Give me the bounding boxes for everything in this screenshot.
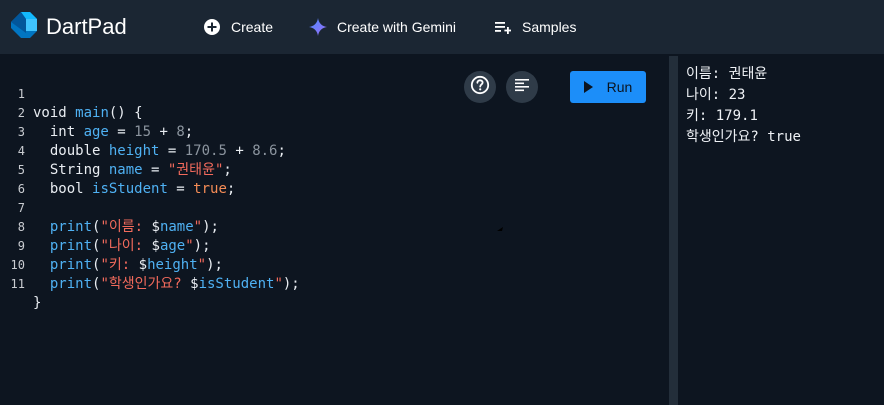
code-token: " — [274, 276, 283, 292]
samples-button-label: Samples — [522, 19, 577, 35]
dart-logo-icon — [8, 9, 40, 46]
playlist-add-icon — [494, 18, 512, 36]
console-line: 이름: 권태윤 — [686, 66, 768, 82]
mouse-cursor — [497, 218, 503, 231]
code-token: ); — [282, 276, 300, 292]
code-line: 8 print("나이: $age"); — [0, 199, 669, 254]
code-token: } — [33, 295, 42, 311]
code-token: "학생인가요? — [100, 276, 191, 292]
gemini-sparkle-icon — [309, 18, 327, 36]
code-line: 6 — [0, 161, 669, 196]
app-title: DartPad — [46, 14, 127, 39]
code-line: 9 print("키: $height"); — [0, 218, 669, 273]
run-button[interactable]: Run — [570, 71, 646, 103]
format-button[interactable] — [506, 71, 538, 103]
code-line: 1 void main() { — [0, 66, 669, 121]
code-token: isStudent — [198, 276, 275, 292]
code-line: 5 bool isStudent = true; — [0, 142, 669, 197]
brand[interactable]: DartPad — [8, 9, 127, 46]
samples-button[interactable]: Samples — [494, 0, 576, 54]
plus-circle-icon — [203, 18, 221, 36]
run-button-label: Run — [606, 79, 633, 95]
help-button[interactable] — [464, 71, 496, 103]
play-icon — [583, 81, 593, 93]
console-line: 키: 179.1 — [686, 108, 758, 124]
code-editor[interactable]: 1 void main() { 2 int age = 15 + 8; 3 do… — [0, 56, 669, 405]
format-align-icon — [515, 78, 529, 97]
code-line: 11 } — [0, 256, 669, 311]
code-line: 7 print("이름: $name"); — [0, 180, 669, 235]
create-button[interactable]: Create — [203, 0, 273, 54]
code-lines: 1 void main() { 2 int age = 15 + 8; 3 do… — [0, 66, 669, 311]
console-line: 학생인가요? true — [686, 129, 801, 145]
panel-divider[interactable] — [669, 56, 678, 405]
code-line: 4 String name = "권태윤"; — [0, 123, 669, 178]
console-line: 나이: 23 — [686, 87, 746, 103]
code-line: 10 print("학생인가요? $isStudent"); — [0, 237, 669, 292]
create-button-label: Create — [231, 19, 274, 35]
code-line: 3 double height = 170.5 + 8.6; — [0, 104, 669, 159]
create-with-gemini-button[interactable]: Create with Gemini — [309, 0, 456, 54]
app-header: DartPad Create Create with Gemini Sample… — [0, 0, 884, 54]
code-token: $ — [190, 276, 199, 292]
help-icon — [470, 75, 490, 100]
create-with-gemini-label: Create with Gemini — [337, 19, 457, 35]
line-number: 11 — [10, 277, 25, 291]
console-output: 이름: 권태윤 나이: 23 키: 179.1 학생인가요? true — [678, 56, 884, 405]
code-line: 2 int age = 15 + 8; — [0, 85, 669, 140]
